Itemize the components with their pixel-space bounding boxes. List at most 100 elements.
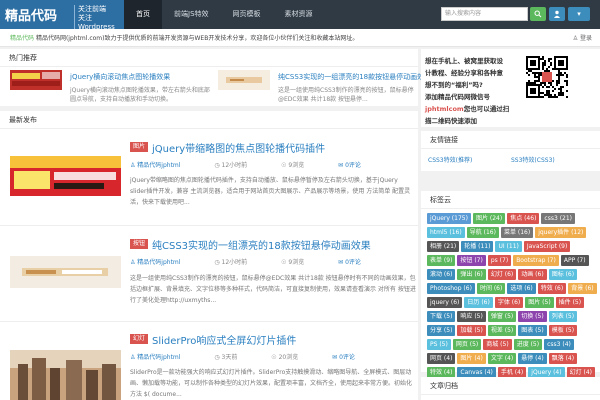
section-title: 友情链接 [421,131,600,149]
latest-section: 最新发布 图片 jQuery带缩略图的焦点图轮播代码插件 ♙ 精品代码jphtm… [0,111,418,400]
tag-link[interactable]: 网页 (4) [427,353,456,364]
tag-link[interactable]: ps (7) [487,255,512,266]
tag-link[interactable]: 列表 (5) [548,311,578,322]
tag-link[interactable]: JavaScript (9) [523,241,571,252]
tag-link[interactable]: 焦点 (46) [507,213,540,224]
tag-link[interactable]: jquery插件 (12) [535,227,587,238]
list-item[interactable]: jQuery横向滚动焦点图轮播效果 jQuery横向滚动焦点图轮播效果，带左右箭… [10,70,210,104]
tag-link[interactable]: 字体 (6) [494,297,524,308]
search-input[interactable]: 输入搜索内容 [441,7,528,21]
nav-item-js-effects[interactable]: 前端JS特效 [162,0,221,29]
tag-link[interactable]: 背景 (6) [568,283,597,294]
tag-link[interactable]: Photoshop (6) [427,283,475,294]
tag-link[interactable]: 插件 (5) [555,297,585,308]
item-desc: 这是一组使用纯CSS3制作的漂亮的按钮，鼠标悬停@EDC效果 共计18款 按钮悬… [278,87,414,103]
tag-link[interactable]: 文字 (4) [487,353,517,364]
item-desc: jQuery横向滚动焦点图轮播效果，带左右箭头和底部圆点导航，支持自动播放和手动… [70,87,210,103]
wechat-promo-text: 想在手机上、被窝里获取设 计教程、经验分享和各种意 想不到的“福利”吗? 添加精… [425,57,510,125]
tag-link[interactable]: 相册 (21) [427,241,460,252]
tag-link[interactable]: 弹窗 (5) [487,311,517,322]
tag-link[interactable]: 导航 (16) [466,227,499,238]
item-title[interactable]: jQuery横向滚动焦点图轮播效果 [70,72,170,82]
menu-button[interactable]: ▾ [568,7,590,21]
post-comments[interactable]: ✉ 0评论 [338,162,377,169]
tag-link[interactable]: 悬停 (4) [518,353,547,364]
main-nav: 首页 前端JS特效 网页模板 素材资源 [124,0,325,29]
tag-link[interactable]: UI (11) [495,241,522,252]
tag-link[interactable]: jquery (6) [427,297,463,308]
post-title[interactable]: SliderPro响应式全屏幻灯片插件 [152,332,296,347]
tag-link[interactable]: 图片 (24) [472,213,506,224]
nav-item-templates[interactable]: 网页模板 [221,0,273,29]
category-badge[interactable]: 按钮 [130,239,149,249]
tag-link[interactable]: PS (5) [427,339,451,350]
tag-link[interactable]: 视差 (5) [487,325,517,336]
tag-link[interactable]: 模板 (5) [548,325,578,336]
author-link[interactable]: ♙ 精品代码jphtml [130,259,196,266]
list-item[interactable]: 纯CSS3实现的一组漂亮的18款按钮悬停动画效果 这是一组使用纯CSS3制作的漂… [218,70,431,104]
tag-link[interactable]: 图表 (5) [518,325,547,336]
post-title[interactable]: 纯CSS3实现的一组漂亮的18款按钮悬停动画效果 [152,237,371,252]
tag-link[interactable]: 菜单 (16) [500,227,534,238]
section-title: 标签云 [421,191,600,209]
tag-link[interactable]: css3 (4) [544,339,574,350]
login-link[interactable]: ♙ 登录 [573,33,592,42]
tag-link[interactable]: 弹出 (6) [457,269,486,280]
notice-tag: 精品代码 [10,35,35,42]
category-badge[interactable]: 图片 [130,142,149,152]
tag-link[interactable]: 下载 (5) [427,311,456,322]
section-title: 文章归档 [421,377,600,395]
friend-link[interactable]: CSS3特效(推荐) [428,155,472,164]
post-comments[interactable]: ✉ 0评论 [332,354,371,361]
item-title[interactable]: 纯CSS3实现的一组漂亮的18款按钮悬停动画效果 [278,72,431,82]
tag-link[interactable]: 日历 (6) [464,297,493,308]
post-excerpt: jQuery带缩略图的焦点图轮播代码插件，支持自动播放、鼠标悬停暂停及左右箭头切… [130,177,411,206]
thumbnail-image [10,70,62,90]
tag-link[interactable]: APP (7) [560,255,589,266]
site-logo[interactable]: 精品代码 关注前端 关注Wordpress [0,0,124,32]
tag-link[interactable]: 幻灯 (6) [487,269,517,280]
search-button[interactable] [530,7,546,21]
author-link[interactable]: ♙ 精品代码jphtml [130,354,196,361]
tag-link[interactable]: 商城 (5) [483,339,512,350]
tag-link[interactable]: 飘落 (4) [548,353,578,364]
search-icon [530,7,546,21]
tag-link[interactable]: 加载 (5) [457,325,486,336]
post-comments[interactable]: ✉ 0评论 [338,259,377,266]
post-thumbnail[interactable] [10,350,121,400]
tag-link[interactable]: 滚动 (6) [427,269,456,280]
tag-link[interactable]: css3 (21) [541,213,576,224]
author-link[interactable]: ♙ 精品代码jphtml [130,162,196,169]
tag-link[interactable]: 轮播 (11) [461,241,494,252]
tag-link[interactable]: html5 (16) [427,227,465,238]
tag-link[interactable]: 选项 (6) [507,283,536,294]
user-button[interactable] [549,7,565,21]
category-badge[interactable]: 幻灯 [130,334,149,344]
nav-item-home[interactable]: 首页 [124,0,162,29]
post-views: ☉ 9浏览 [281,162,305,169]
tag-link[interactable]: 图标 (6) [548,269,578,280]
tag-link[interactable]: 分享 (5) [427,325,456,336]
tag-link[interactable]: Bootstrap (7) [513,255,559,266]
tag-link[interactable]: 表单 (9) [427,255,456,266]
nav-item-resources[interactable]: 素材资源 [273,0,325,29]
tag-link[interactable]: 进度 (5) [513,339,543,350]
qr-code-image [523,53,571,101]
tag-link[interactable]: 动画 (6) [518,269,547,280]
tag-cloud-section: 标签云 jQuery (175) 图片 (24) 焦点 (46) css3 (21) h… [421,191,600,378]
tag-link[interactable]: 按钮 (7) [457,255,486,266]
logo-text: 精品代码 [5,9,58,24]
tag-link[interactable]: 网页 (5) [452,339,482,350]
friend-link[interactable]: SS3特效(CSS3) [511,155,555,164]
post-title[interactable]: jQuery带缩略图的焦点图轮播代码插件 [152,140,325,155]
post-thumbnail[interactable] [10,156,121,196]
tag-link[interactable]: 图片 (4) [457,353,486,364]
tag-link[interactable]: 时间 (6) [476,283,506,294]
tag-link[interactable]: 特效 (6) [537,283,567,294]
post-thumbnail[interactable] [10,256,121,288]
tag-link[interactable]: jQuery (175) [427,213,471,224]
tag-link[interactable]: 切换 (5) [518,311,547,322]
tag-link[interactable]: 图片 (5) [525,297,554,308]
tag-link[interactable]: 响应 (5) [457,311,486,322]
section-title: 热门推荐 [0,49,418,67]
